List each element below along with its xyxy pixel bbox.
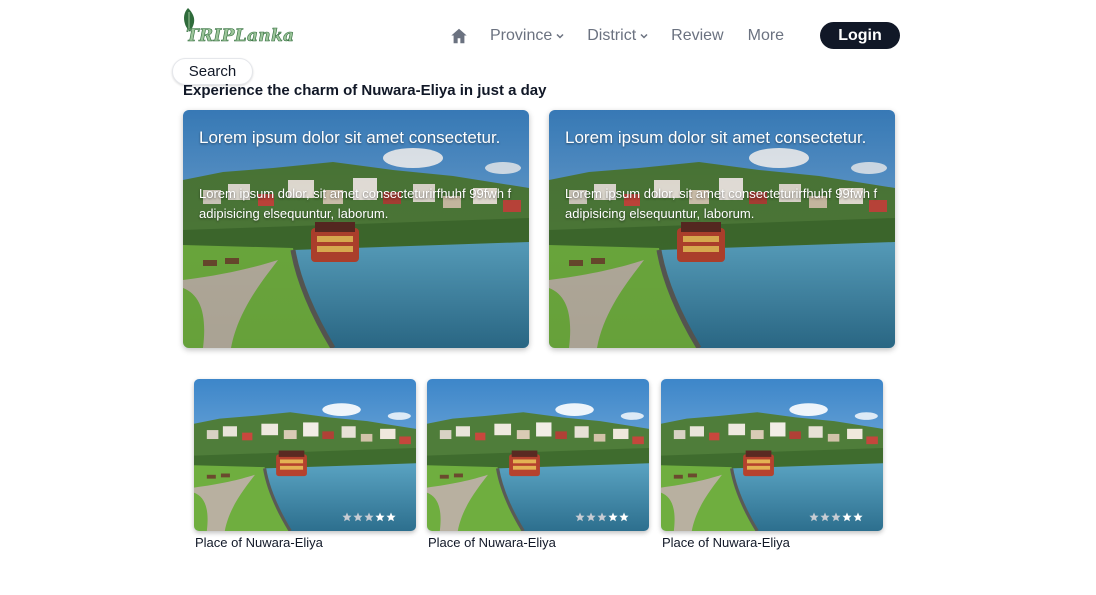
place-label: Place of Nuwara-Eliya <box>662 535 790 550</box>
search-button[interactable]: Search <box>172 58 253 85</box>
place-label: Place of Nuwara-Eliya <box>428 535 556 550</box>
featured-card[interactable]: Lorem ipsum dolor sit amet consectetur. … <box>183 110 529 348</box>
place-thumbnail <box>427 379 649 531</box>
featured-card[interactable]: Lorem ipsum dolor sit amet consectetur. … <box>549 110 895 348</box>
star-empty-icon <box>575 512 585 522</box>
star-empty-icon <box>353 512 363 522</box>
place-card[interactable]: Place of Nuwara-Eliya <box>661 379 883 550</box>
chevron-down-icon <box>640 33 648 39</box>
star-empty-icon <box>342 512 352 522</box>
star-rating <box>809 512 863 522</box>
star-filled-icon <box>386 512 396 522</box>
login-button[interactable]: Login <box>820 22 900 49</box>
lake-scene-image <box>661 379 883 531</box>
featured-card-text: Lorem ipsum dolor, sit amet consecteturi… <box>565 186 878 221</box>
star-filled-icon <box>375 512 385 522</box>
star-empty-icon <box>809 512 819 522</box>
star-empty-icon <box>597 512 607 522</box>
place-card[interactable]: Place of Nuwara-Eliya <box>194 379 416 550</box>
star-filled-icon <box>842 512 852 522</box>
star-filled-icon <box>853 512 863 522</box>
main-nav: Province District Review More <box>450 22 784 50</box>
nav-province[interactable]: Province <box>490 27 565 45</box>
star-empty-icon <box>586 512 596 522</box>
nav-district-label: District <box>587 27 637 44</box>
star-rating <box>342 512 396 522</box>
featured-card-title: Lorem ipsum dolor sit amet consectetur. <box>565 128 867 147</box>
place-card[interactable]: Place of Nuwara-Eliya <box>427 379 649 550</box>
star-filled-icon <box>608 512 618 522</box>
lake-scene-image <box>194 379 416 531</box>
nav-more[interactable]: More <box>748 27 784 45</box>
star-rating <box>575 512 629 522</box>
page-title: Experience the charm of Nuwara-Eliya in … <box>183 82 547 99</box>
lake-scene-image <box>427 379 649 531</box>
chevron-down-icon <box>556 33 564 39</box>
place-thumbnail <box>194 379 416 531</box>
place-thumbnail <box>661 379 883 531</box>
star-empty-icon <box>364 512 374 522</box>
home-icon[interactable] <box>450 27 468 45</box>
logo[interactable]: TRIPLanka <box>180 6 294 46</box>
nav-review[interactable]: Review <box>671 27 723 45</box>
nav-district[interactable]: District <box>587 27 649 45</box>
nav-province-label: Province <box>490 27 553 44</box>
star-empty-icon <box>831 512 841 522</box>
featured-card-text: Lorem ipsum dolor, sit amet consecteturi… <box>199 186 512 221</box>
featured-card-title: Lorem ipsum dolor sit amet consectetur. <box>199 128 501 147</box>
star-filled-icon <box>619 512 629 522</box>
place-label: Place of Nuwara-Eliya <box>195 535 323 550</box>
star-empty-icon <box>820 512 830 522</box>
logo-text: TRIPLanka <box>186 26 295 47</box>
